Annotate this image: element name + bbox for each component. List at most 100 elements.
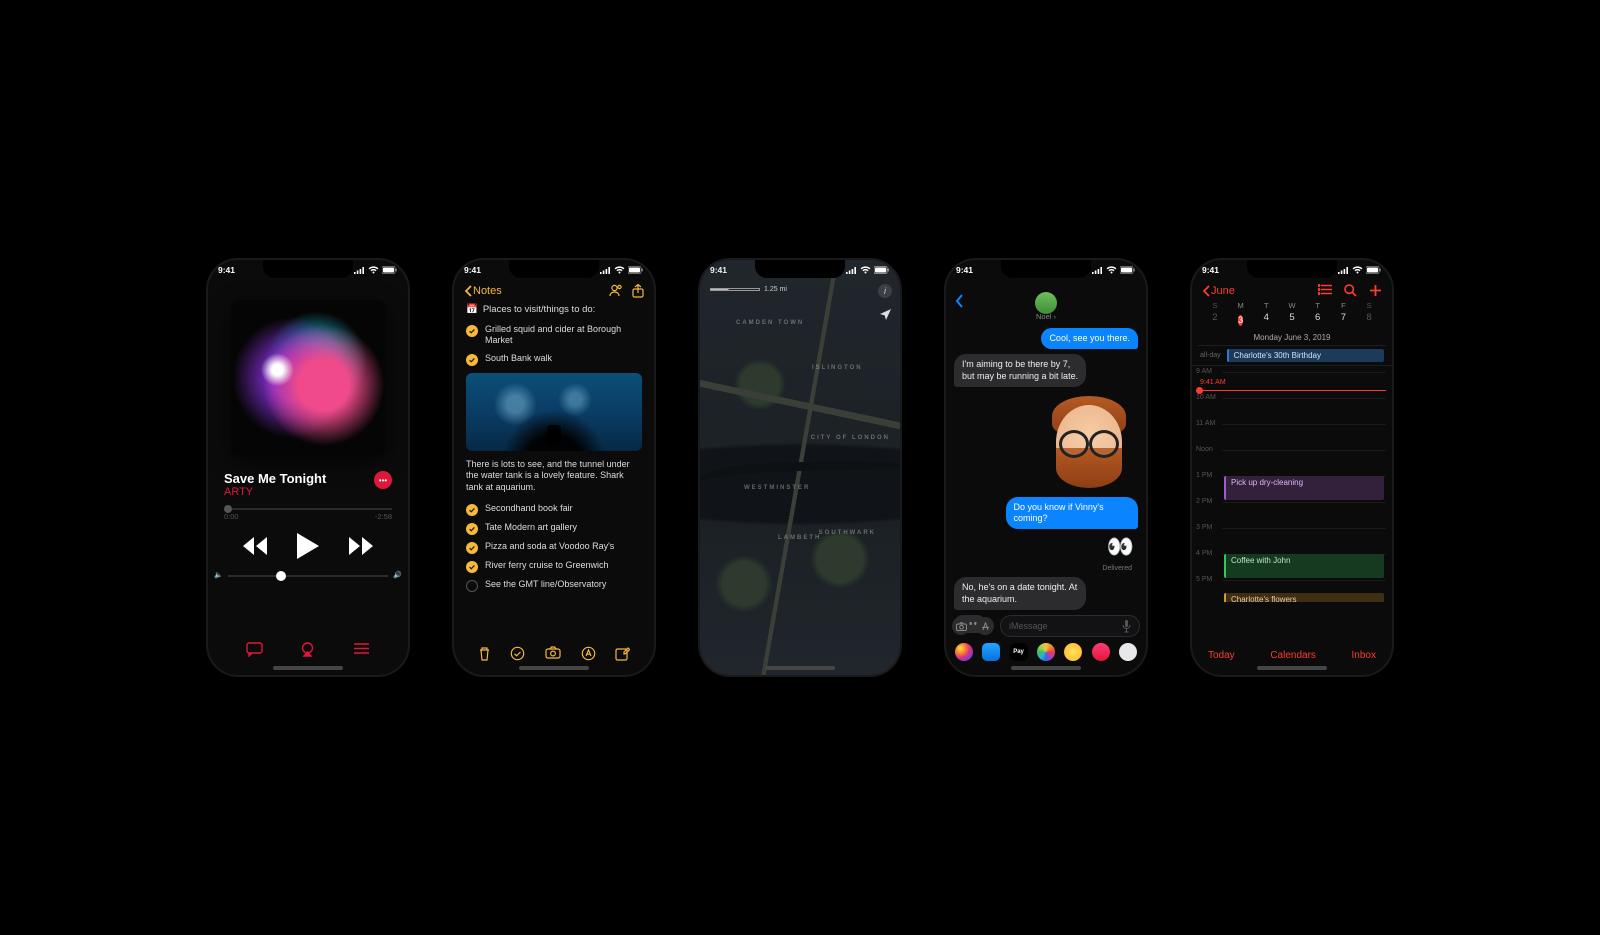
checklist-top: Grilled squid and cider at Borough Marke… (454, 321, 654, 369)
album-art[interactable] (231, 300, 386, 455)
chevron-left-icon (954, 293, 964, 309)
checkmark-icon[interactable] (466, 504, 478, 516)
checklist-item[interactable]: Tate Modern art gallery (466, 519, 642, 538)
checklist-item[interactable]: South Bank walk (466, 350, 642, 369)
checkmark-icon[interactable] (466, 325, 478, 337)
camera-button[interactable] (952, 617, 970, 635)
scrubber[interactable] (224, 508, 392, 510)
day-cell[interactable]: 8 (1356, 312, 1382, 329)
checklist-item[interactable]: See the GMT line/Observatory (466, 576, 642, 595)
day-row[interactable]: 2 3 4 5 6 7 8 (1192, 310, 1392, 333)
app-store-button[interactable] (976, 617, 994, 635)
checklist-item[interactable]: Pizza and soda at Voodoo Ray's (466, 538, 642, 557)
home-indicator[interactable] (1011, 666, 1081, 670)
event-coffee[interactable]: Coffee with John (1224, 554, 1384, 578)
back-button[interactable]: June (1202, 285, 1235, 297)
all-day-event[interactable]: Charlotte's 30th Birthday (1227, 349, 1384, 362)
back-label: Notes (473, 285, 502, 297)
all-day-row[interactable]: all-day Charlotte's 30th Birthday (1192, 346, 1392, 366)
lyrics-button[interactable] (246, 642, 263, 657)
checklist-item-label: River ferry cruise to Greenwich (485, 560, 609, 571)
more-button[interactable]: ••• (374, 471, 392, 489)
app-icon-photos[interactable] (1037, 643, 1055, 661)
app-icon-generic[interactable] (1119, 643, 1137, 661)
home-indicator[interactable] (519, 666, 589, 670)
inbox-button[interactable]: Inbox (1352, 650, 1376, 661)
list-view-button[interactable] (1318, 284, 1332, 295)
delete-button[interactable] (478, 646, 491, 661)
share-button[interactable] (632, 284, 644, 298)
eyes-sticker[interactable]: 👀 (1107, 534, 1130, 560)
notch (263, 260, 353, 278)
checkmark-icon[interactable] (466, 580, 478, 592)
day-grid[interactable]: 9 AM 10 AM 11 AM Noon 1 PM 2 PM 3 PM 4 P… (1192, 366, 1392, 602)
day-cell[interactable]: 5 (1279, 312, 1305, 329)
queue-button[interactable] (353, 642, 370, 655)
day-cell[interactable]: 6 (1305, 312, 1331, 329)
weekday: T (1253, 301, 1279, 310)
home-indicator[interactable] (765, 666, 835, 670)
add-button[interactable] (1369, 284, 1382, 297)
app-strip[interactable]: Pay (950, 643, 1142, 661)
map-label-camden: CAMDEN TOWN (736, 320, 804, 326)
checkmark-icon[interactable] (466, 523, 478, 535)
status-time: 9:41 (956, 265, 973, 275)
note-paragraph[interactable]: There is lots to see, and the tunnel und… (454, 455, 654, 500)
app-icon-animoji[interactable] (1064, 643, 1082, 661)
message-received[interactable]: I'm aiming to be there by 7, but may be … (954, 354, 1086, 387)
checklist-item[interactable]: River ferry cruise to Greenwich (466, 557, 642, 576)
note-image-aquarium[interactable] (466, 373, 642, 451)
dictate-icon[interactable] (1122, 620, 1131, 633)
checklist-button[interactable] (510, 646, 525, 661)
next-button[interactable] (349, 537, 373, 555)
day-cell-selected[interactable]: 3 (1228, 312, 1254, 329)
app-icon-apple-pay[interactable]: Pay (1010, 643, 1028, 661)
message-received[interactable]: No, he's on a date tonight. At the aquar… (954, 577, 1086, 610)
event-dry-cleaning[interactable]: Pick up dry-cleaning (1224, 476, 1384, 500)
airplay-button[interactable] (299, 642, 316, 657)
back-button[interactable]: Notes (464, 285, 502, 297)
day-cell[interactable]: 7 (1331, 312, 1357, 329)
home-indicator[interactable] (273, 666, 343, 670)
previous-button[interactable] (243, 537, 267, 555)
home-indicator[interactable] (1257, 666, 1327, 670)
app-icon-store[interactable] (982, 643, 1000, 661)
day-cell[interactable]: 2 (1202, 312, 1228, 329)
hour-label: 3 PM (1196, 524, 1212, 531)
contact-name[interactable]: Noel › (1036, 312, 1056, 321)
checklist-item-label: See the GMT line/Observatory (485, 579, 606, 590)
memoji-sticker[interactable] (1046, 394, 1132, 490)
checkmark-icon[interactable] (466, 561, 478, 573)
app-icon-music[interactable] (1092, 643, 1110, 661)
contact-avatar[interactable] (1035, 292, 1057, 314)
track-artist[interactable]: ARTY (224, 486, 326, 498)
app-icon-memoji[interactable] (955, 643, 973, 661)
message-sent[interactable]: Do you know if Vinny's coming? (1006, 497, 1138, 530)
map-scale-label: 1.25 mi (764, 286, 787, 293)
cellular-icon (846, 266, 857, 274)
volume-slider[interactable]: 🔈 🔊 (228, 575, 388, 577)
battery-icon (628, 266, 644, 274)
message-thread[interactable]: Cool, see you there. I'm aiming to be th… (946, 324, 1146, 633)
map-canvas[interactable]: CAMDEN TOWN ISLINGTON CITY OF LONDON WES… (700, 260, 900, 675)
back-button[interactable] (954, 293, 964, 313)
camera-button[interactable] (545, 646, 561, 659)
collaborate-button[interactable] (607, 284, 622, 297)
day-cell[interactable]: 4 (1253, 312, 1279, 329)
checklist-item[interactable]: Secondhand book fair (466, 500, 642, 519)
today-button[interactable]: Today (1208, 650, 1235, 661)
play-button[interactable] (297, 533, 319, 559)
checkmark-icon[interactable] (466, 354, 478, 366)
checklist-item[interactable]: Grilled squid and cider at Borough Marke… (466, 321, 642, 350)
markup-button[interactable] (581, 646, 596, 661)
compose-button[interactable] (615, 646, 630, 661)
locate-button[interactable] (879, 308, 892, 321)
info-button[interactable]: i (878, 284, 892, 298)
event-flowers[interactable]: Charlotte's flowers (1224, 593, 1384, 602)
notch (1247, 260, 1337, 278)
message-input[interactable]: iMessage (1000, 615, 1140, 637)
message-sent[interactable]: Cool, see you there. (1041, 328, 1138, 349)
calendars-button[interactable]: Calendars (1270, 650, 1316, 661)
checkmark-icon[interactable] (466, 542, 478, 554)
search-button[interactable] (1344, 284, 1357, 297)
